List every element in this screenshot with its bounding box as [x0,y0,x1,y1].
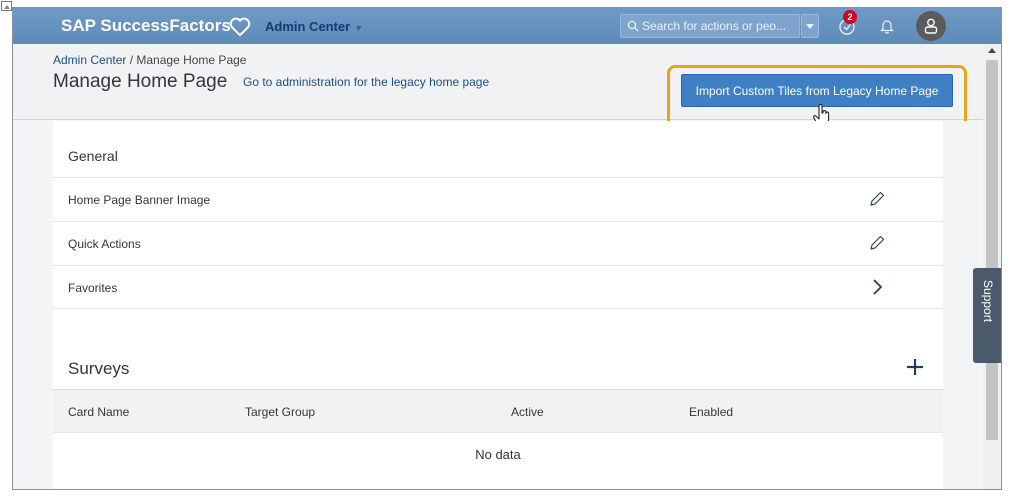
user-avatar[interactable] [916,11,946,41]
search-placeholder: Search for actions or peo... [642,19,787,33]
heart-icon [229,17,251,42]
chevron-right-icon[interactable] [868,278,886,301]
breadcrumb-separator: / [126,53,137,67]
setting-row-favorites[interactable]: Favorites [53,265,943,309]
page-title: Manage Home Page [53,71,228,92]
home-page-settings-card: General Home Page Banner Image Quick Act… [53,121,943,489]
setting-label: Home Page Banner Image [68,193,211,207]
search-scope-dropdown[interactable] [801,14,819,38]
column-active[interactable]: Active [511,405,544,419]
add-survey-plus-icon[interactable] [905,357,925,382]
pencil-icon[interactable] [868,190,886,213]
shell-bar: SAP SuccessFactors Admin Center ▼ Search … [13,8,1001,44]
scroll-up-arrow-icon[interactable] [988,48,996,53]
breadcrumb-admin-center[interactable]: Admin Center [53,53,126,67]
setting-label: Favorites [68,281,118,295]
general-section-title: General [68,148,118,164]
page-header: Admin Center / Manage Home Page Manage H… [13,44,983,131]
empty-table-message: No data [475,447,521,462]
vertical-scrollbar[interactable] [983,44,1001,489]
surveys-section-title: Surveys [68,359,130,378]
broken-image-icon [1,1,12,11]
person-icon [924,18,938,34]
caret-down-icon: ▼ [354,23,364,33]
scrollbar-thumb[interactable] [986,60,998,440]
brand-logo[interactable]: SAP SuccessFactors [61,16,231,36]
admin-center-menu[interactable]: Admin Center ▼ [265,19,363,34]
admin-center-label: Admin Center [265,19,351,34]
setting-row-quick-actions[interactable]: Quick Actions [53,221,943,265]
legacy-admin-link[interactable]: Go to administration for the legacy home… [243,75,489,89]
column-enabled[interactable]: Enabled [689,405,733,419]
breadcrumb-current: Manage Home Page [136,53,247,67]
setting-row-banner-image[interactable]: Home Page Banner Image [53,177,943,221]
column-card-name[interactable]: Card Name [68,405,129,419]
search-input[interactable]: Search for actions or peo... [620,14,800,38]
setting-label: Quick Actions [68,237,141,251]
notification-badge: 2 [843,10,857,24]
main-content: General Home Page Banner Image Quick Act… [13,121,983,489]
column-target-group[interactable]: Target Group [245,405,315,419]
breadcrumb: Admin Center / Manage Home Page [53,53,246,67]
support-label: Support [981,280,995,323]
surveys-table-header: Card Name Target Group Active Enabled [53,389,943,433]
import-custom-tiles-button[interactable]: Import Custom Tiles from Legacy Home Pag… [681,74,953,107]
pencil-icon[interactable] [868,234,886,257]
search-icon [627,19,639,37]
app-window: SAP SuccessFactors Admin Center ▼ Search … [12,7,1002,490]
support-tab[interactable]: Support [973,268,1001,363]
bell-icon[interactable] [879,18,895,39]
